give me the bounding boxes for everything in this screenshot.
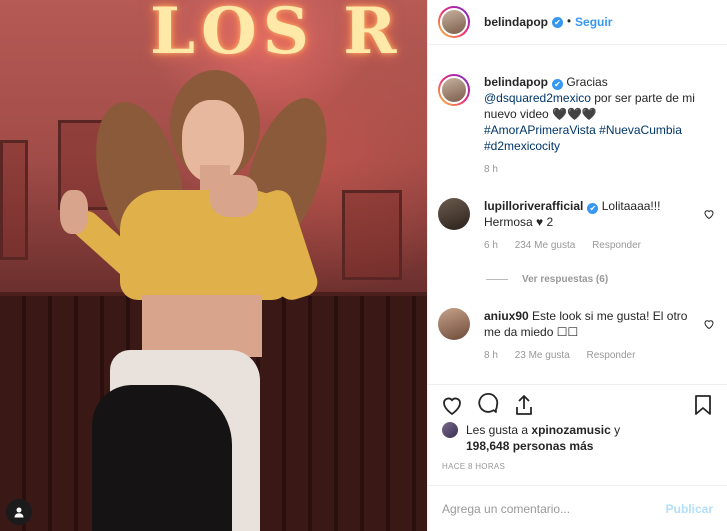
post-side-panel: belindapop ✔ • Seguir belindapop ✔ Gracia… — [427, 0, 727, 531]
comment-time[interactable]: 6 h — [484, 240, 498, 251]
tagged-user-button[interactable] — [6, 499, 32, 525]
comment-likes[interactable]: 23 Me gusta — [515, 350, 570, 361]
likes-text: y — [610, 423, 621, 437]
post-header: belindapop ✔ • Seguir — [428, 0, 727, 45]
comment-item: lupilloriverafficial ✔ Lolitaaaa!!! Hermo… — [438, 198, 715, 254]
commenter-username[interactable]: lupilloriverafficial — [484, 199, 583, 213]
bookmark-icon[interactable] — [691, 393, 715, 417]
verified-badge-icon: ✔ — [552, 79, 563, 90]
post-timestamp[interactable]: HACE 8 HORAS — [442, 462, 505, 471]
commenter-username[interactable]: aniux90 — [484, 309, 529, 323]
share-icon[interactable] — [512, 393, 536, 417]
hashtag-link[interactable]: #d2mexicocity — [484, 139, 560, 153]
comment-item: aniux90 Este look si me gusta! El otro m… — [438, 308, 715, 364]
author-avatar[interactable] — [438, 6, 470, 38]
separator-dot: • — [567, 16, 572, 28]
reply-button[interactable]: Responder — [587, 350, 636, 361]
reply-button[interactable]: Responder — [592, 240, 641, 251]
likes-count[interactable]: 198,648 personas más — [466, 439, 593, 453]
caption-time[interactable]: 8 h — [484, 164, 498, 175]
caption-text: Gracias — [566, 75, 608, 89]
caption: belindapop ✔ Gracias @dsquared2mexico por… — [438, 74, 715, 178]
verified-badge-icon: ✔ — [587, 203, 599, 214]
view-replies-button[interactable]: Ver respuestas (6) — [486, 274, 608, 285]
user-icon — [14, 507, 24, 518]
heart-icon[interactable] — [703, 208, 715, 220]
comments-list[interactable]: belindapop ✔ Gracias @dsquared2mexico por… — [428, 46, 727, 384]
comment-time[interactable]: 8 h — [484, 350, 498, 361]
comment-likes[interactable]: 234 Me gusta — [515, 240, 576, 251]
likes-text: Les gusta a — [466, 423, 532, 437]
hashtag-link[interactable]: #AmorAPrimeraVista — [484, 123, 596, 137]
follow-button[interactable]: Seguir — [575, 15, 612, 29]
liker-avatar[interactable] — [442, 422, 458, 438]
add-comment-bar: Publicar — [428, 485, 727, 531]
likes-summary: Les gusta a xpinozamusic y 198,648 perso… — [442, 422, 717, 454]
heart-icon[interactable] — [703, 318, 715, 330]
publish-button[interactable]: Publicar — [666, 502, 713, 516]
comment-input[interactable] — [442, 501, 666, 516]
verified-badge-icon: ✔ — [552, 16, 563, 28]
caption-username[interactable]: belindapop — [484, 75, 548, 89]
author-username[interactable]: belindapop — [484, 15, 548, 29]
commenter-avatar[interactable] — [438, 198, 470, 230]
liker-username[interactable]: xpinozamusic — [531, 423, 610, 437]
caption-avatar[interactable] — [438, 74, 470, 106]
post-photo[interactable]: LOS R — [0, 0, 427, 531]
commenter-avatar[interactable] — [438, 308, 470, 340]
person-figure — [0, 0, 427, 531]
caption-mention[interactable]: @dsquared2mexico — [484, 91, 591, 105]
action-bar — [428, 384, 727, 424]
heart-icon[interactable] — [440, 393, 464, 417]
hashtag-link[interactable]: #NuevaCumbia — [599, 123, 682, 137]
view-replies-label: Ver respuestas (6) — [522, 274, 609, 285]
comment-icon[interactable] — [476, 393, 500, 417]
